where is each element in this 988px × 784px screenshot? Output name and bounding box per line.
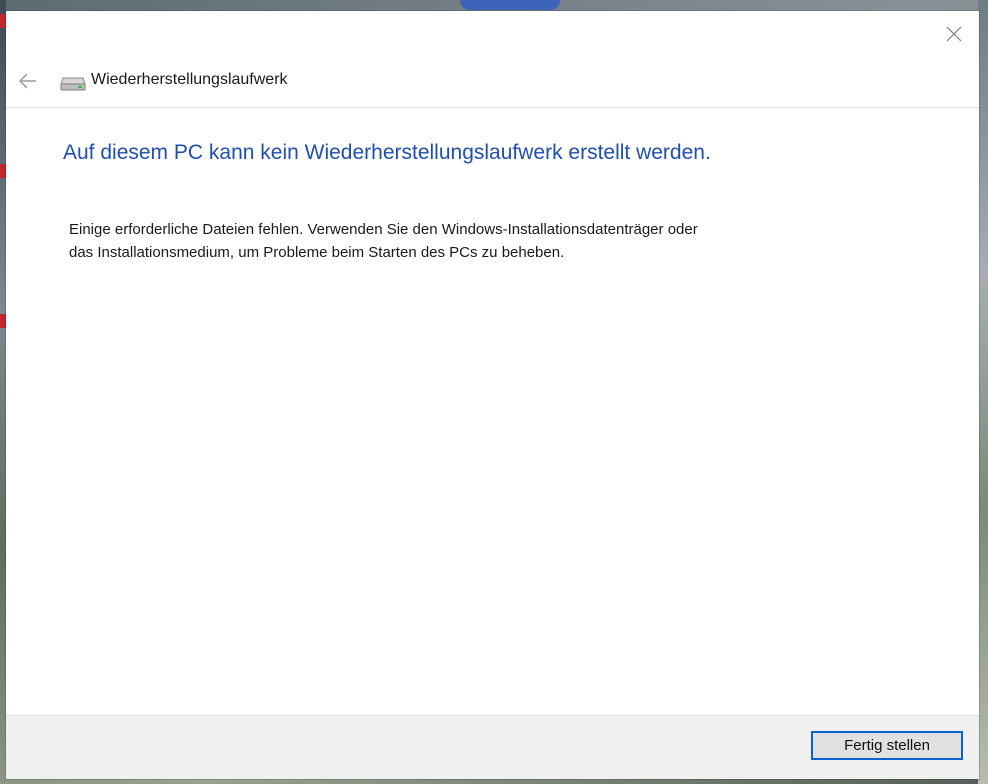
desktop-background-right xyxy=(978,0,988,784)
close-icon xyxy=(946,26,962,42)
page-heading: Auf diesem PC kann kein Wiederherstellun… xyxy=(63,141,711,164)
finish-button[interactable]: Fertig stellen xyxy=(811,731,963,760)
message-line: Einige erforderliche Dateien fehlen. Ver… xyxy=(69,221,698,238)
back-button[interactable] xyxy=(14,67,42,95)
desktop-background-accent xyxy=(460,0,560,10)
message-line: das Installationsmedium, um Probleme bei… xyxy=(69,244,565,261)
drive-icon xyxy=(60,77,86,91)
back-arrow-icon xyxy=(18,73,36,89)
dialog-footer: Fertig stellen xyxy=(6,715,979,779)
dialog-header: Wiederherstellungslaufwerk xyxy=(6,63,979,108)
recovery-drive-dialog: Wiederherstellungslaufwerk Auf diesem PC… xyxy=(6,11,979,779)
close-button[interactable] xyxy=(943,23,965,45)
error-message: Einige erforderliche Dateien fehlen. Ver… xyxy=(69,218,829,264)
window-title: Wiederherstellungslaufwerk xyxy=(91,71,288,88)
